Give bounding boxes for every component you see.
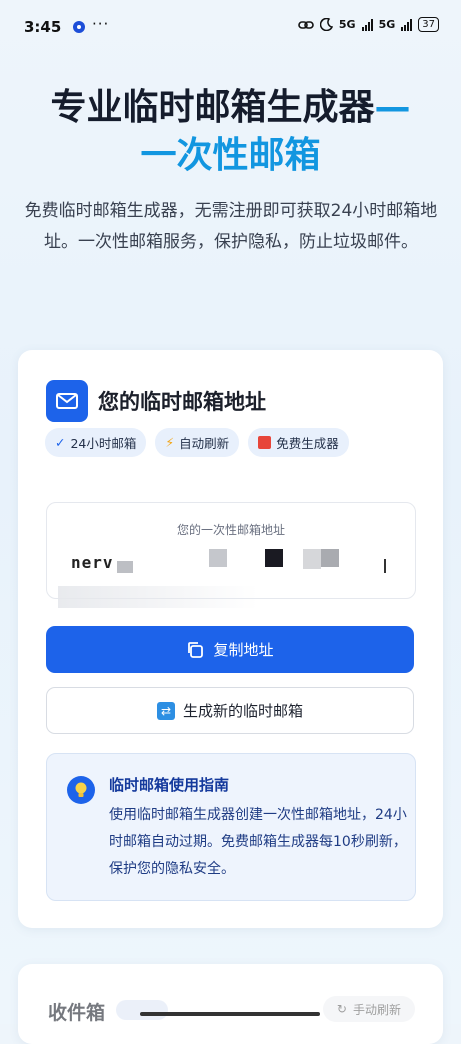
- network-label-2: 5G: [378, 18, 396, 31]
- page-subtitle: 免费临时邮箱生成器，无需注册即可获取24小时邮箱地址。一次性邮箱服务，保护隐私，…: [24, 201, 438, 252]
- tag-label: 免费生成器: [276, 436, 339, 451]
- redacted-block: [303, 549, 321, 569]
- gift-icon: [258, 436, 272, 449]
- redacted-block: [321, 549, 339, 567]
- check-icon: ✓: [55, 435, 66, 450]
- tag-label: 自动刷新: [179, 436, 230, 451]
- status-icons: 5G 5G 37: [298, 17, 439, 32]
- copy-icon: [188, 641, 204, 658]
- copy-address-button[interactable]: 复制地址: [46, 626, 414, 673]
- address-blur-overlay: [58, 586, 258, 608]
- inbox-title: 收件箱: [48, 1002, 106, 1024]
- address-label: 您的一次性邮箱地址: [176, 523, 285, 537]
- manual-refresh-label: 手动刷新: [352, 1002, 401, 1017]
- title-highlight: 次性邮箱: [176, 135, 321, 176]
- page-title: 专业临时邮箱生成器— 一次性邮箱: [0, 84, 461, 180]
- inbox-count-badge: [116, 1000, 168, 1020]
- signal-icon-2: [401, 18, 413, 31]
- status-time: 3:45: [24, 18, 62, 36]
- mail-icon: [46, 380, 88, 422]
- redacted-block: [117, 561, 133, 573]
- card-header: 您的临时邮箱地址: [46, 380, 266, 422]
- refresh-small-icon: ↻: [336, 1002, 347, 1016]
- tag-auto-refresh: ⚡ 自动刷新: [155, 428, 240, 457]
- link-icon: [298, 20, 314, 29]
- refresh-icon: ⇄: [156, 701, 175, 720]
- guide-text: 使用临时邮箱生成器创建一次性邮箱地址，24小时邮箱自动过期。免费邮箱生成器每10…: [109, 807, 407, 877]
- more-notifications-icon: ···: [92, 15, 110, 33]
- tag-label: 24小时邮箱: [70, 436, 137, 451]
- signal-icon: [361, 18, 373, 31]
- email-card: 您的临时邮箱地址 ✓ 24小时邮箱 ⚡ 自动刷新 免费生成器 您的一次性邮箱地址…: [18, 350, 443, 928]
- status-bar: 3:45 ··· 5G 5G 37: [0, 0, 461, 54]
- copy-button-label: 复制地址: [213, 641, 274, 659]
- guide-title: 临时邮箱使用指南: [109, 776, 230, 794]
- email-address-value: nerv: [71, 553, 114, 572]
- title-main: 专业临时邮箱生成器: [50, 87, 375, 128]
- lightbulb-icon: [67, 776, 95, 804]
- usage-guide: 临时邮箱使用指南 使用临时邮箱生成器创建一次性邮箱地址，24小时邮箱自动过期。免…: [46, 753, 416, 901]
- home-indicator[interactable]: [140, 1012, 320, 1016]
- manual-refresh-button[interactable]: ↻ 手动刷新: [322, 996, 415, 1022]
- tag-24h: ✓ 24小时邮箱: [45, 428, 147, 457]
- tag-free: 免费生成器: [248, 428, 349, 457]
- redacted-block: [209, 549, 227, 567]
- feature-tags: ✓ 24小时邮箱 ⚡ 自动刷新 免费生成器: [45, 428, 349, 457]
- network-label-1: 5G: [338, 18, 356, 31]
- email-address-box[interactable]: 您的一次性邮箱地址 nerv: [46, 502, 416, 599]
- title-prefix-line2: 一: [140, 135, 177, 176]
- app-notification-icon: [73, 21, 85, 33]
- battery-icon: 37: [418, 17, 439, 32]
- new-button-label: 生成新的临时邮箱: [182, 702, 303, 720]
- redacted-block: [384, 559, 386, 573]
- inbox-card: 收件箱 ↻ 手动刷新: [18, 964, 443, 1044]
- lightning-icon: ⚡: [165, 435, 175, 450]
- moon-icon: [319, 18, 333, 31]
- title-dash: —: [374, 87, 411, 128]
- card-title: 您的临时邮箱地址: [98, 390, 266, 414]
- redacted-block: [265, 549, 283, 567]
- generate-new-button[interactable]: ⇄ 生成新的临时邮箱: [46, 687, 414, 734]
